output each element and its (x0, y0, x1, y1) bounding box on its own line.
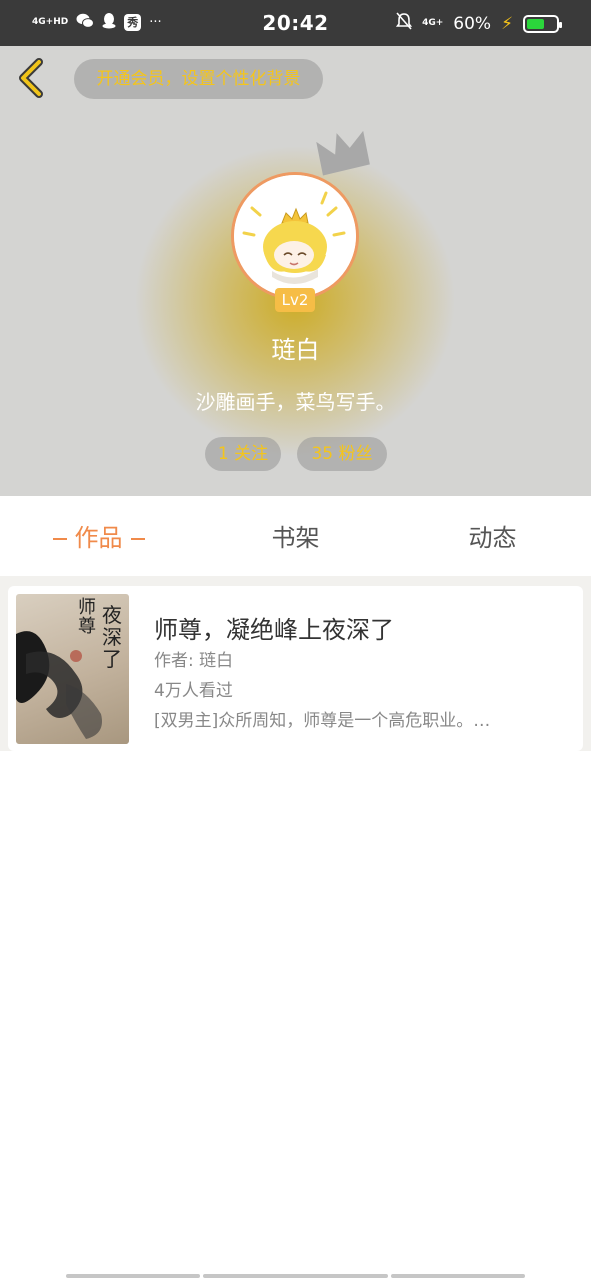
cover-title-1: 师尊 (78, 597, 96, 637)
level-badge: Lv2 (275, 288, 315, 312)
home-indicator-center[interactable] (203, 1274, 388, 1278)
status-bar: 4G+HD 秀 ··· 20:42 4G+ 60% ⚡ (0, 0, 591, 46)
works-list: 师尊 夜深了 师尊，凝绝峰上夜深了 作者: 琏白 4万人看过 [双男主]众所周知… (0, 576, 591, 751)
vip-background-button[interactable]: 开通会员，设置个性化背景 (74, 59, 323, 99)
battery-icon (523, 14, 562, 33)
battery-tip (559, 21, 562, 28)
back-button[interactable] (14, 58, 50, 102)
crown-icon (316, 130, 370, 176)
avatar[interactable] (231, 172, 359, 300)
tab-indicator-right (130, 538, 145, 540)
followers-button[interactable]: 35 粉丝 (297, 437, 387, 471)
username: 琏白 (271, 336, 320, 364)
mute-icon (395, 12, 413, 35)
book-cover[interactable]: 师尊 夜深了 (16, 594, 129, 744)
following-button[interactable]: 1 关注 (205, 437, 281, 471)
profile-tabs: 作品 书架 动态 (0, 496, 591, 576)
book-views: 4万人看过 (154, 681, 233, 701)
profile-header: 开通会员，设置个性化背景 Lv2 琏白 沙雕画手，菜鸟写手。 1 关注 35 粉… (0, 46, 591, 496)
battery-fill (527, 18, 544, 29)
home-indicator-right (391, 1274, 525, 1278)
cover-title-2: 夜深了 (102, 603, 122, 671)
network-type: 4G+ (422, 18, 444, 28)
book-description: [双男主]众所周知，师尊是一个高危职业。… (154, 711, 491, 731)
home-indicator-left (66, 1274, 200, 1278)
battery-percent: 60% (453, 13, 492, 34)
work-card[interactable]: 师尊 夜深了 师尊，凝绝峰上夜深了 作者: 琏白 4万人看过 [双男主]众所周知… (8, 586, 583, 751)
book-title[interactable]: 师尊，凝绝峰上夜深了 (154, 610, 394, 645)
book-author: 作者: 琏白 (154, 651, 234, 671)
tab-works-label: 作品 (74, 524, 123, 552)
avatar-illustration (234, 175, 356, 297)
status-right-icons: 4G+ 60% ⚡ (395, 12, 562, 35)
tab-activity-label: 动态 (468, 524, 517, 552)
charging-icon: ⚡ (501, 13, 513, 34)
tab-indicator-left (52, 538, 67, 540)
chevron-left-icon (19, 58, 43, 98)
tab-works[interactable]: 作品 (0, 496, 197, 576)
tab-activity[interactable]: 动态 (394, 496, 591, 576)
tab-bookshelf-label: 书架 (271, 524, 320, 552)
user-bio: 沙雕画手，菜鸟写手。 (195, 390, 396, 414)
tab-bookshelf[interactable]: 书架 (197, 496, 394, 576)
